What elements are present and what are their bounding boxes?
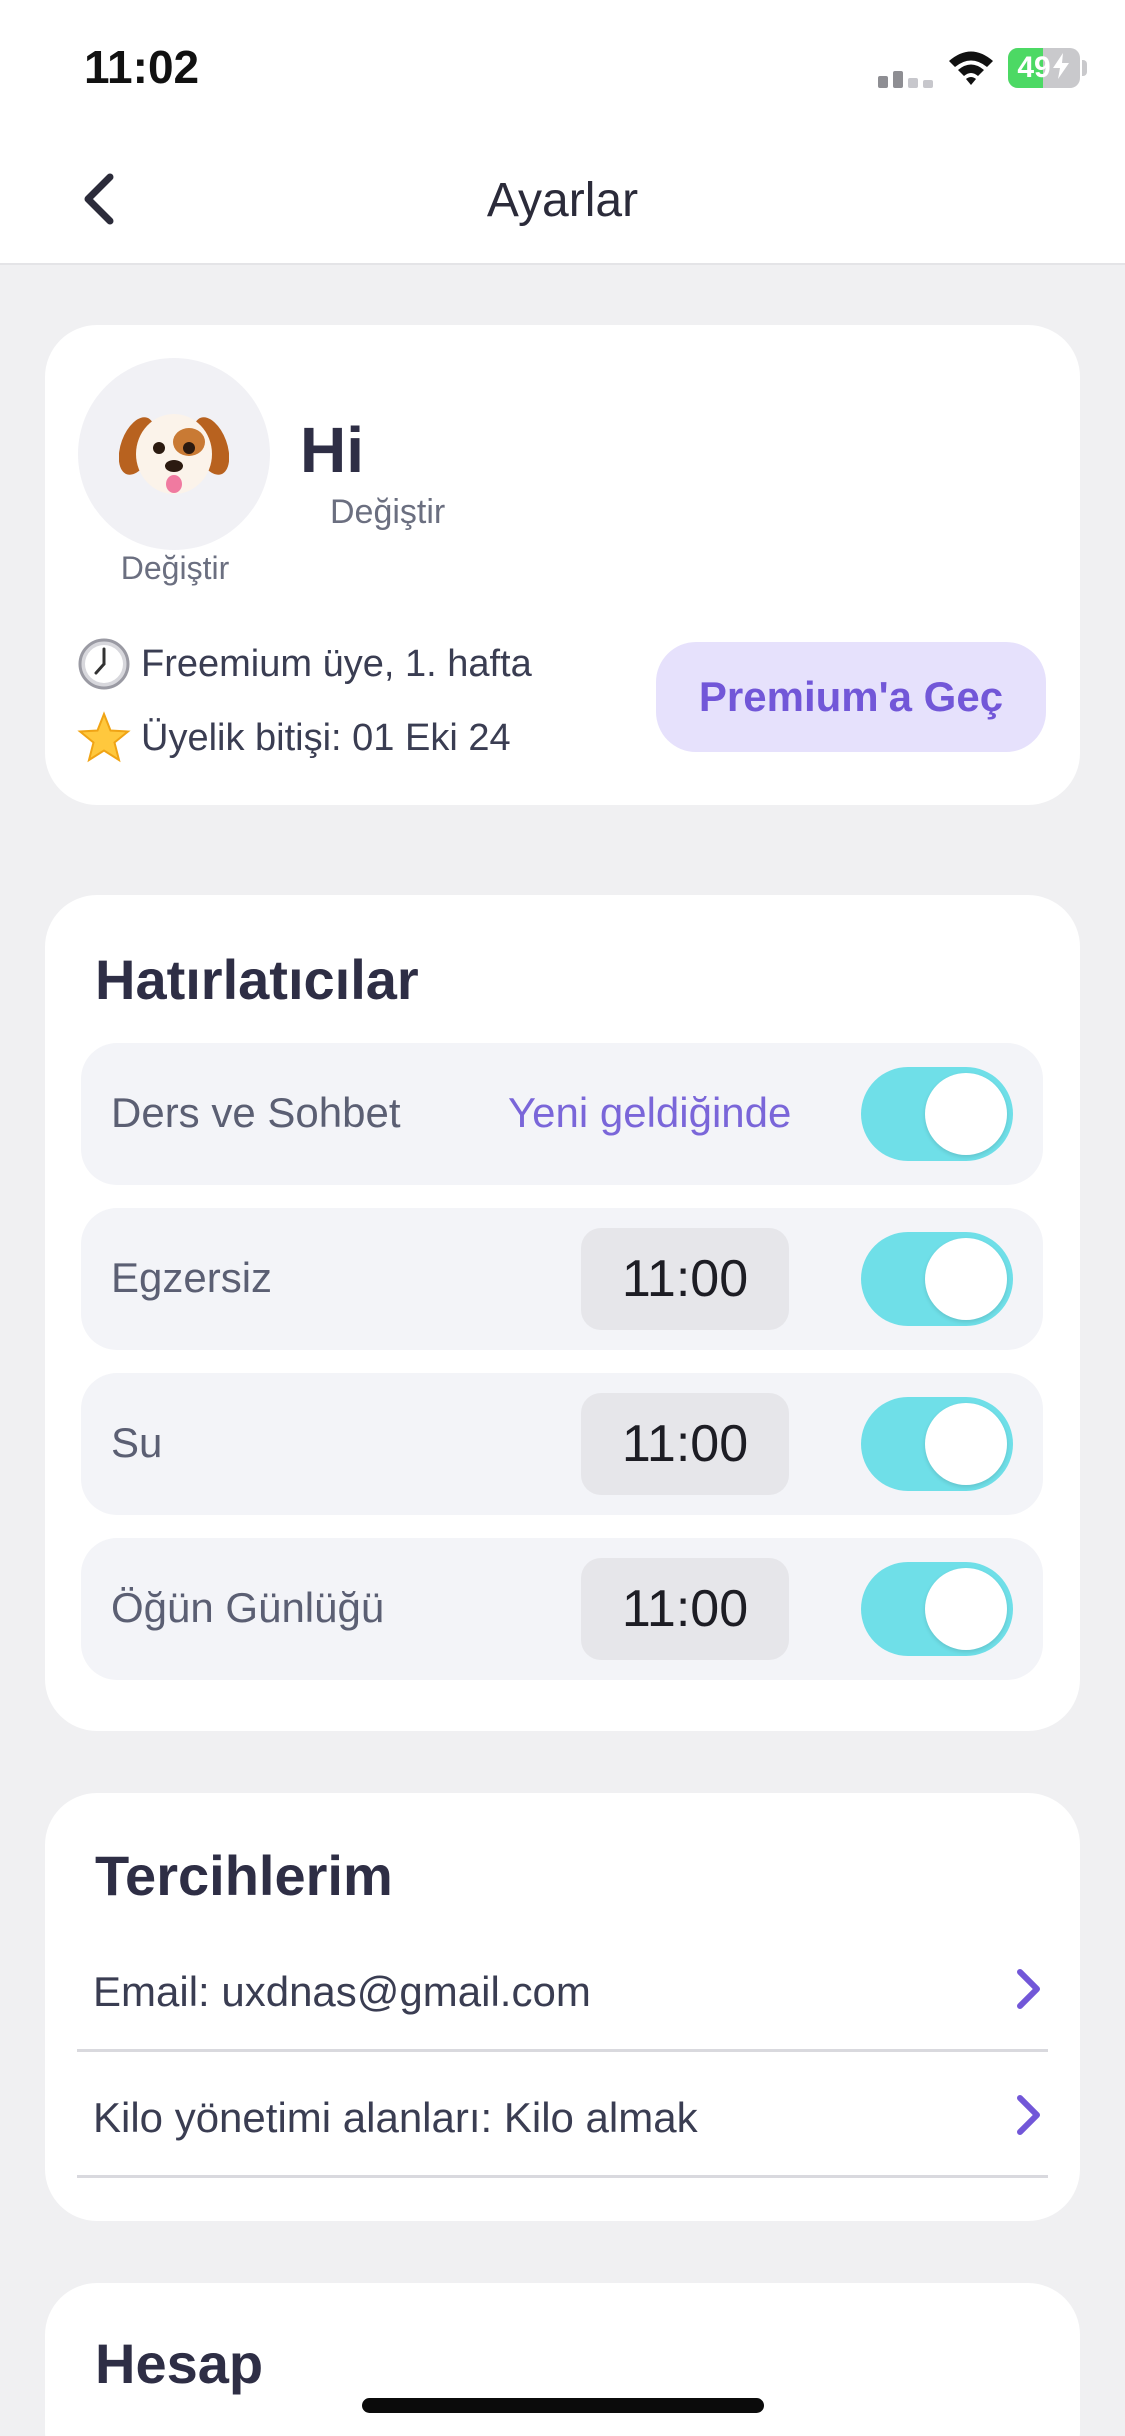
toggle-knob (925, 1568, 1007, 1650)
reminder-row-water: Su 11:00 (81, 1373, 1043, 1515)
avatar-change-link[interactable]: Değiştir (55, 550, 295, 587)
avatar[interactable] (78, 358, 270, 550)
reminder-label: Su (111, 1419, 163, 1466)
reminder-toggle[interactable] (861, 1232, 1013, 1326)
preferences-title: Tercihlerim (95, 1844, 393, 1907)
reminders-title: Hatırlatıcılar (95, 948, 419, 1011)
reminder-time-picker[interactable]: 11:00 (581, 1228, 789, 1330)
page-title: Ayarlar (486, 174, 639, 227)
expiry-text: Üyelik bitişi: 01 Eki 24 (141, 716, 511, 759)
membership-status: Freemium üye, 1. hafta (77, 637, 532, 691)
wifi-icon (949, 51, 993, 85)
reminder-toggle[interactable] (861, 1067, 1013, 1161)
status-time: 11:02 (84, 41, 200, 93)
upgrade-premium-button[interactable]: Premium'a Geç (656, 642, 1046, 752)
preference-label: Email: uxdnas@gmail.com (93, 1968, 591, 2015)
settings-screen: 11:02 49 Ayarlar Değiştir Hi Değiştir Fr… (0, 0, 1125, 2436)
name-change-link[interactable]: Değiştir (330, 493, 445, 532)
reminder-toggle[interactable] (861, 1397, 1013, 1491)
charging-bolt-icon (1052, 53, 1069, 79)
reminder-label: Öğün Günlüğü (111, 1584, 385, 1631)
reminder-time-picker[interactable]: 11:00 (581, 1393, 789, 1495)
preference-label: Kilo yönetimi alanları: Kilo almak (93, 2094, 698, 2141)
reminder-toggle[interactable] (861, 1562, 1013, 1656)
navigation-bar: Ayarlar (0, 135, 1125, 265)
membership-text: Freemium üye, 1. hafta (141, 642, 532, 685)
profile-card: Değiştir Hi Değiştir Freemium üye, 1. ha… (45, 325, 1080, 805)
status-bar: 11:02 49 (0, 0, 1125, 135)
preference-row-email[interactable]: Email: uxdnas@gmail.com (77, 1928, 1048, 2052)
home-indicator[interactable] (362, 2398, 764, 2413)
account-card: Hesap (45, 2283, 1080, 2436)
membership-expiry: Üyelik bitişi: 01 Eki 24 (77, 711, 511, 765)
battery-percent-label: 49 (1008, 48, 1080, 88)
chevron-right-icon (1017, 2095, 1040, 2135)
reminder-label: Ders ve Sohbet (111, 1089, 401, 1136)
battery-tip (1082, 60, 1087, 76)
account-title: Hesap (95, 2332, 264, 2395)
preferences-card: Tercihlerim Email: uxdnas@gmail.com Kilo… (45, 1793, 1080, 2221)
reminders-card: Hatırlatıcılar Ders ve Sohbet Yeni geldi… (45, 895, 1080, 1731)
toggle-knob (925, 1403, 1007, 1485)
clock-icon (78, 638, 130, 690)
reminder-row-meal-log: Öğün Günlüğü 11:00 (81, 1538, 1043, 1680)
user-name: Hi (300, 414, 364, 486)
reminder-time-picker[interactable]: 11:00 (581, 1558, 789, 1660)
battery-indicator: 49 (1008, 48, 1080, 88)
reminder-row-lessons: Ders ve Sohbet Yeni geldiğinde (81, 1043, 1043, 1185)
preference-row-weight-goal[interactable]: Kilo yönetimi alanları: Kilo almak (77, 2054, 1048, 2178)
reminder-row-exercise: Egzersiz 11:00 (81, 1208, 1043, 1350)
reminder-label: Egzersiz (111, 1254, 273, 1301)
cellular-signal-icon (878, 71, 933, 88)
toggle-knob (925, 1073, 1007, 1155)
chevron-right-icon (1017, 1969, 1040, 2009)
reminder-mode[interactable]: Yeni geldiğinde (508, 1089, 791, 1137)
toggle-knob (925, 1238, 1007, 1320)
star-icon (77, 711, 131, 763)
dog-face-icon (119, 414, 229, 494)
